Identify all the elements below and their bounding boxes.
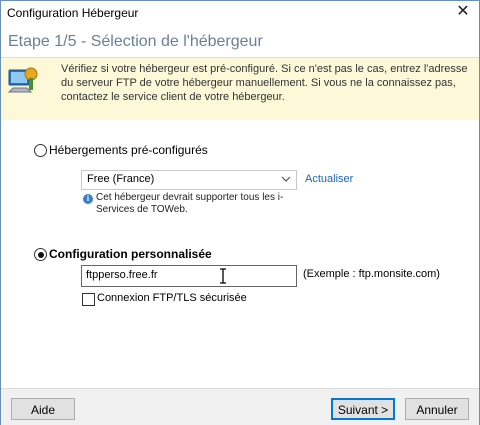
preconfigured-radio[interactable]	[34, 144, 47, 157]
tls-checkbox[interactable]	[82, 293, 95, 306]
host-select-value: Free (France)	[87, 173, 155, 185]
ftp-server-input[interactable]: ftpperso.free.fr	[81, 265, 297, 287]
host-select[interactable]: Free (France)	[81, 170, 297, 190]
host-support-note: Cet hébergeur devrait supporter tous les…	[96, 192, 284, 215]
dialog-window: Configuration Hébergeur ✕ Etape 1/5 - Sé…	[0, 0, 480, 425]
custom-label[interactable]: Configuration personnalisée	[49, 247, 212, 261]
window-title: Configuration Hébergeur	[7, 6, 139, 20]
refresh-link[interactable]: Actualiser	[305, 173, 353, 185]
step-title: Etape 1/5 - Sélection de l'hébergeur	[8, 33, 263, 50]
cancel-button[interactable]: Annuler	[405, 398, 469, 420]
tls-label[interactable]: Connexion FTP/TLS sécurisée	[97, 292, 247, 304]
dialog-footer: Aide Suivant > Annuler	[1, 388, 479, 425]
chevron-down-icon	[281, 176, 291, 182]
step-header: Etape 1/5 - Sélection de l'hébergeur	[1, 25, 479, 57]
preconfigured-label[interactable]: Hébergements pré-configurés	[49, 143, 208, 157]
info-icon: i	[83, 194, 93, 204]
ftp-server-value: ftpperso.free.fr	[86, 269, 158, 281]
content-area: Hébergements pré-configurés Free (France…	[1, 120, 479, 388]
info-banner: Vérifiez si votre hébergeur est pré-conf…	[1, 57, 479, 121]
title-bar: Configuration Hébergeur ✕	[1, 1, 479, 25]
text-cursor-icon	[220, 268, 226, 284]
server-example-hint: (Exemple : ftp.monsite.com)	[303, 268, 440, 280]
info-text: Vérifiez si votre hébergeur est pré-conf…	[61, 63, 468, 103]
close-icon[interactable]: ✕	[455, 4, 471, 20]
help-button[interactable]: Aide	[11, 398, 75, 420]
custom-radio[interactable]	[34, 248, 47, 261]
next-button[interactable]: Suivant >	[331, 398, 395, 420]
server-computer-icon	[7, 67, 38, 93]
